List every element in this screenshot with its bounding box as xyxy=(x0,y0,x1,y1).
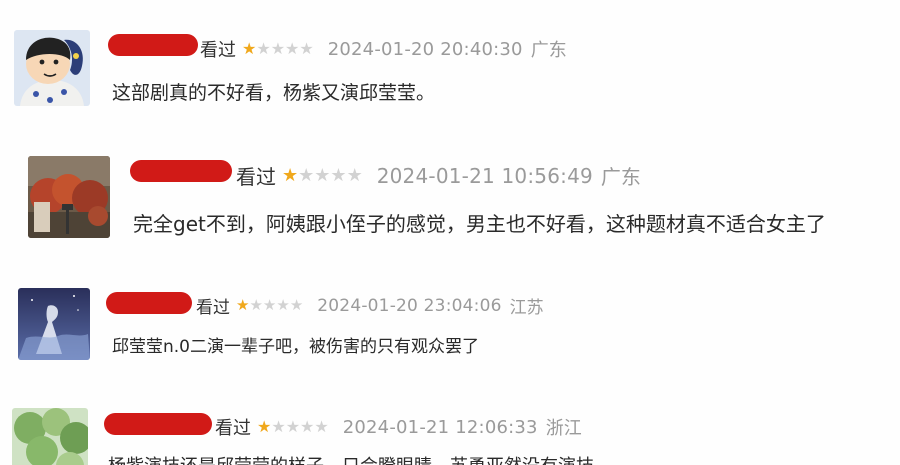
star-filled-icon: ★ xyxy=(236,296,250,314)
star-empty-icon: ★ xyxy=(249,296,263,314)
avatar[interactable] xyxy=(18,288,90,360)
review-meta: 看过 ★ ★ ★ ★ ★ 2024-01-20 20:40:30 广东 xyxy=(200,36,567,62)
scenery-avatar-icon xyxy=(28,156,110,238)
star-empty-icon: ★ xyxy=(256,39,271,58)
review-location: 浙江 xyxy=(545,418,582,439)
avatar[interactable] xyxy=(12,408,88,465)
review-content: 杨紫演技还是邱莹莹的样子，只会瞪眼睛，苏勇亚然没有演技 xyxy=(108,452,594,465)
review-time: 2024-01-20 20:40:30 xyxy=(327,38,523,60)
star-empty-icon: ★ xyxy=(300,417,315,436)
review-content: 完全get不到，阿姨跟小侄子的感觉，男主也不好看，这种题材真不适合女主了 xyxy=(133,212,826,236)
star-empty-icon: ★ xyxy=(299,39,314,58)
rating-stars: ★ ★ ★ ★ ★ xyxy=(257,419,329,435)
avatar[interactable] xyxy=(14,30,90,106)
review-list: 看过 ★ ★ ★ ★ ★ 2024-01-20 20:40:30 广东 这部剧真的不好看… xyxy=(0,0,900,465)
review-time: 2024-01-20 23:04:06 xyxy=(317,295,502,316)
review-meta: 看过 ★ ★ ★ ★ ★ 2024-01-21 10:56:49 广东 xyxy=(236,161,641,190)
redacted-username xyxy=(106,292,192,314)
review-meta: 看过 ★ ★ ★ ★ ★ 2024-01-20 23:04:06 江苏 xyxy=(196,293,544,319)
star-empty-icon: ★ xyxy=(276,296,290,314)
review-location: 江苏 xyxy=(509,298,544,318)
redacted-username xyxy=(108,34,198,56)
review-time: 2024-01-21 12:06:33 xyxy=(342,416,538,438)
cartoon-avatar-icon xyxy=(14,30,90,106)
review-content: 这部剧真的不好看，杨紫又演邱莹莹。 xyxy=(112,82,436,104)
review-time: 2024-01-21 10:56:49 xyxy=(376,163,593,188)
star-empty-icon: ★ xyxy=(330,164,347,186)
watched-label: 看过 xyxy=(215,418,251,439)
watched-label: 看过 xyxy=(236,165,276,189)
star-empty-icon: ★ xyxy=(271,417,286,436)
star-empty-icon: ★ xyxy=(285,417,301,436)
rating-stars: ★ ★ ★ ★ ★ xyxy=(282,164,363,186)
star-empty-icon: ★ xyxy=(314,164,331,186)
star-filled-icon: ★ xyxy=(242,39,257,58)
star-empty-icon: ★ xyxy=(262,296,277,314)
watched-label: 看过 xyxy=(200,40,236,61)
star-empty-icon: ★ xyxy=(289,296,304,314)
star-empty-icon: ★ xyxy=(314,417,329,436)
star-empty-icon: ★ xyxy=(270,39,286,58)
review-location: 广东 xyxy=(530,40,567,61)
redacted-username xyxy=(130,160,232,182)
review-location: 广东 xyxy=(600,165,641,189)
star-empty-icon: ★ xyxy=(298,164,315,186)
rating-stars: ★ ★ ★ ★ ★ xyxy=(236,298,303,313)
rating-stars: ★ ★ ★ ★ ★ xyxy=(242,41,314,57)
redacted-username xyxy=(104,413,212,435)
star-empty-icon: ★ xyxy=(346,164,363,186)
night-figure-avatar-icon xyxy=(18,288,90,360)
star-filled-icon: ★ xyxy=(257,417,272,436)
watched-label: 看过 xyxy=(196,298,230,318)
review-meta: 看过 ★ ★ ★ ★ ★ 2024-01-21 12:06:33 浙江 xyxy=(215,414,582,440)
star-filled-icon: ★ xyxy=(282,164,299,186)
star-empty-icon: ★ xyxy=(285,39,300,58)
avatar[interactable] xyxy=(28,156,110,238)
review-content: 邱莹莹n.0二演一辈子吧，被伤害的只有观众罢了 xyxy=(112,337,479,357)
green-leaves-avatar-icon xyxy=(12,408,88,465)
